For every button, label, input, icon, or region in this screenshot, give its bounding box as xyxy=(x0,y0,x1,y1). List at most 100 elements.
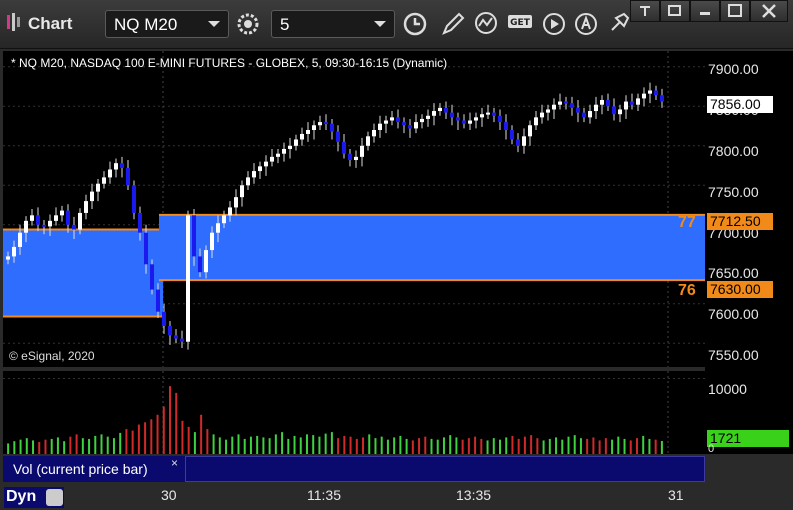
dynamic-mode-label: Dyn xyxy=(6,488,37,505)
candle-body xyxy=(324,122,328,125)
restore-button[interactable] xyxy=(660,0,690,22)
candle-body xyxy=(72,224,76,230)
clock-icon[interactable] xyxy=(400,10,430,38)
candle-body xyxy=(498,115,502,123)
maximize-button[interactable] xyxy=(720,0,750,22)
candle-body xyxy=(36,215,40,225)
candle-body xyxy=(96,183,100,192)
symbol-dropdown[interactable]: NQ M20 xyxy=(105,10,229,38)
candle-body xyxy=(468,120,472,124)
candle-body xyxy=(342,141,346,154)
pin-button[interactable] xyxy=(630,0,660,22)
price-chart[interactable]: * NQ M20, NASDAQ 100 E-MINI FUTURES - GL… xyxy=(3,51,705,367)
candle-body xyxy=(120,163,124,168)
candle-body xyxy=(510,130,514,140)
play-icon[interactable] xyxy=(540,10,570,38)
chart-window-icon xyxy=(7,13,20,31)
candle-body xyxy=(378,123,382,130)
study-icon[interactable] xyxy=(472,10,502,38)
candle-body xyxy=(630,101,634,105)
volume-info-bar xyxy=(185,456,705,482)
candle-body xyxy=(144,232,148,265)
pencil-icon[interactable] xyxy=(438,10,468,38)
price-tick: 7750.00 xyxy=(708,184,759,200)
close-button[interactable] xyxy=(750,0,788,22)
level-76-price-badge: 7630.00 xyxy=(707,281,773,298)
candle-body xyxy=(606,99,610,107)
candle-body xyxy=(252,171,256,178)
lock-icon xyxy=(46,489,63,506)
volume-current-badge: 1721 xyxy=(707,430,789,447)
volume-study-label[interactable]: Vol (current price bar) xyxy=(3,456,185,482)
candle-body xyxy=(192,215,196,257)
candle-body xyxy=(474,117,478,121)
window-title: Chart xyxy=(28,14,73,33)
candle-body xyxy=(114,163,118,170)
candle-body xyxy=(570,103,574,108)
candle-body xyxy=(162,311,166,326)
candle-body xyxy=(426,115,430,119)
time-tick: 31 xyxy=(668,487,684,503)
candle-body xyxy=(210,232,214,251)
volume-tick: 10000 xyxy=(708,381,747,397)
price-tick: 7600.00 xyxy=(708,306,759,322)
price-tick: 7900.00 xyxy=(708,61,759,77)
candle-body xyxy=(414,122,418,129)
candle-body xyxy=(168,325,172,336)
close-study-icon[interactable]: × xyxy=(171,456,178,470)
pin-icon xyxy=(640,6,650,16)
candle-body xyxy=(588,111,592,118)
price-axis[interactable]: 7900.00 7850.00 7800.00 7750.00 7700.00 … xyxy=(705,51,793,455)
get-icon[interactable]: GET xyxy=(506,10,536,38)
prior-zone xyxy=(3,229,163,317)
candle-body xyxy=(108,169,112,178)
candle-body xyxy=(198,256,202,273)
level-77-label: 77 xyxy=(678,214,696,231)
candle-body xyxy=(126,167,130,186)
interval-value: 5 xyxy=(280,15,290,34)
title-bar: Chart NQ M20 5 GET xyxy=(0,0,793,49)
candle-body xyxy=(402,122,406,126)
candle-body xyxy=(354,156,358,161)
candle-body xyxy=(432,111,436,116)
candle-body xyxy=(534,117,538,126)
time-axis[interactable]: Dyn 30 11:35 13:35 31 xyxy=(0,484,793,510)
candle-body xyxy=(384,120,388,124)
candle-body xyxy=(564,101,568,104)
candle-body xyxy=(312,125,316,130)
candle-body xyxy=(84,201,88,213)
interval-dropdown[interactable]: 5 xyxy=(271,10,395,38)
dynamic-mode-button[interactable]: Dyn xyxy=(4,487,64,508)
candle-body xyxy=(270,156,274,162)
alert-icon[interactable] xyxy=(572,10,602,38)
candle-body xyxy=(492,112,496,116)
candle-body xyxy=(138,212,142,233)
volume-chart-canvas xyxy=(3,371,705,454)
candle-body xyxy=(576,107,580,113)
candle-body xyxy=(258,166,262,172)
level-77-price-badge: 7712.50 xyxy=(707,213,773,230)
candle-body xyxy=(582,112,586,118)
candle-body xyxy=(264,161,268,167)
candle-body xyxy=(600,99,604,105)
candle-body xyxy=(366,136,370,146)
candle-body xyxy=(180,338,184,342)
candle-body xyxy=(90,191,94,202)
symbol-value: NQ M20 xyxy=(114,15,178,34)
candle-body xyxy=(282,148,286,154)
candle-body xyxy=(390,117,394,121)
volume-chart[interactable] xyxy=(3,371,705,454)
candle-body xyxy=(648,90,652,94)
settings-gear-icon[interactable] xyxy=(233,10,263,38)
level-zone xyxy=(159,214,705,281)
last-price-badge: 7856.00 xyxy=(707,96,773,113)
candle-body xyxy=(456,117,460,121)
copyright-text: © eSignal, 2020 xyxy=(9,349,95,363)
minimize-button[interactable] xyxy=(690,0,720,22)
candle-body xyxy=(540,112,544,118)
chevron-down-icon xyxy=(374,21,386,27)
candle-body xyxy=(636,98,640,105)
candle-body xyxy=(66,210,70,225)
candle-body xyxy=(24,220,28,233)
candle-body xyxy=(462,120,466,124)
